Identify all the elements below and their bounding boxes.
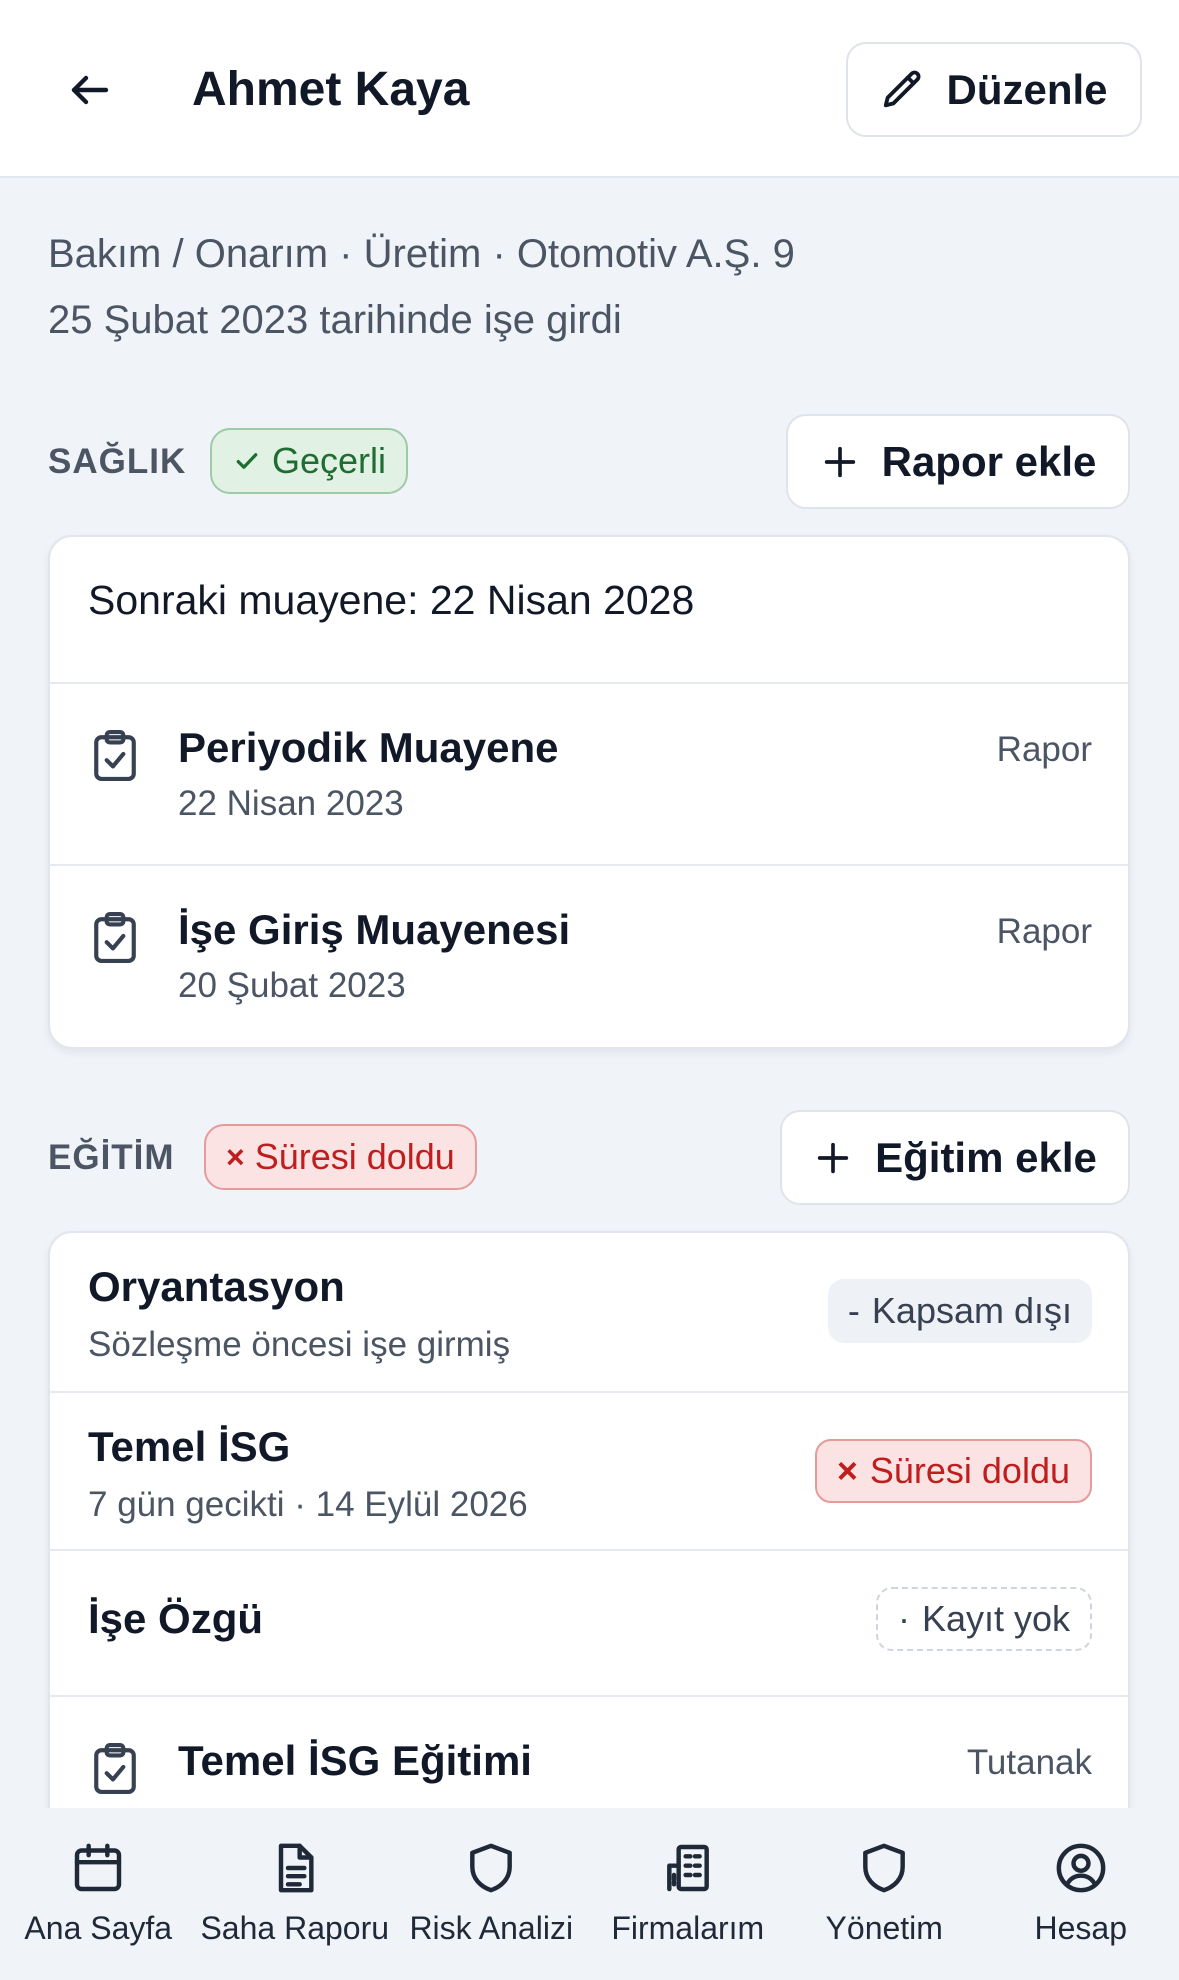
- health-record-date: 22 Nisan 2023: [178, 784, 404, 823]
- clipboard-check-icon: [94, 911, 136, 963]
- nav-field-report[interactable]: Saha Raporu: [197, 1808, 394, 1980]
- calendar-icon: [75, 1843, 122, 1892]
- health-card: Sonraki muayene: 22 Nisan 2028 Periyodik…: [48, 535, 1130, 1049]
- health-record-title: Periyodik Muayene: [178, 724, 559, 771]
- page-title: Ahmet Kaya: [192, 63, 470, 116]
- employee-meta-line1: Bakım / Onarım · Üretim · Otomotiv A.Ş. …: [48, 232, 795, 276]
- training-item-subtitle: 7 gün gecikti · 14 Eylül 2026: [88, 1485, 528, 1524]
- health-record-row[interactable]: İşe Giriş Muayenesi 20 Şubat 2023 Rapor: [50, 864, 1128, 1046]
- dash-icon: -: [847, 1290, 860, 1331]
- add-training-label: Eğitim ekle: [875, 1133, 1097, 1181]
- training-status-badge: × Süresi doldu: [204, 1124, 477, 1190]
- bottom-nav: Ana Sayfa Saha Raporu Risk Analizi Firma…: [0, 1808, 1179, 1980]
- nav-management[interactable]: Yönetim: [786, 1808, 983, 1980]
- report-link[interactable]: Rapor: [997, 730, 1092, 770]
- building-icon: [666, 1844, 709, 1892]
- training-item-title: Temel İSG: [88, 1423, 291, 1470]
- health-record-title: İşe Giriş Muayenesi: [178, 906, 571, 953]
- nav-label: Ana Sayfa: [24, 1910, 173, 1946]
- add-report-label: Rapor ekle: [881, 437, 1097, 485]
- health-status-badge: Geçerli: [210, 428, 409, 494]
- next-exam-row: Sonraki muayene: 22 Nisan 2028: [88, 577, 695, 623]
- edit-button-label: Düzenle: [946, 65, 1108, 113]
- training-item-title: İşe Özgü: [88, 1595, 264, 1642]
- health-record-date: 20 Şubat 2023: [178, 966, 406, 1005]
- minutes-link[interactable]: Tutanak: [967, 1743, 1092, 1783]
- nav-label: Risk Analizi: [409, 1910, 574, 1946]
- clipboard-check-icon: [94, 729, 136, 781]
- check-icon: [236, 453, 258, 469]
- pencil-icon: [884, 70, 921, 107]
- nav-label: Yönetim: [825, 1910, 943, 1946]
- nav-account[interactable]: Hesap: [983, 1808, 1179, 1980]
- plus-icon: [817, 1142, 849, 1173]
- health-status-text: Geçerli: [272, 440, 387, 481]
- add-report-button[interactable]: Rapor ekle: [786, 414, 1130, 509]
- shield-icon: [470, 1843, 513, 1893]
- nav-home[interactable]: Ana Sayfa: [0, 1808, 197, 1980]
- status-pill-text: Kapsam dışı: [871, 1290, 1072, 1331]
- training-item-title: Oryantasyon: [88, 1263, 345, 1310]
- training-record-title: Temel İSG Eğitimi: [178, 1737, 532, 1784]
- nav-label: Firmalarım: [611, 1910, 765, 1946]
- health-record-row[interactable]: Periyodik Muayene 22 Nisan 2023 Rapor: [50, 682, 1128, 864]
- employee-meta-line2: 25 Şubat 2023 tarihinde işe girdi: [48, 298, 622, 342]
- status-pill: × Süresi doldu: [814, 1439, 1092, 1503]
- arrow-left-icon: [71, 75, 109, 105]
- status-pill: · Kayıt yok: [875, 1587, 1092, 1651]
- add-training-button[interactable]: Eğitim ekle: [780, 1110, 1130, 1205]
- plus-icon: [824, 446, 855, 477]
- training-status-text: Süresi doldu: [254, 1136, 455, 1177]
- clipboard-check-icon: [94, 1742, 136, 1795]
- training-card: Oryantasyon Sözleşme öncesi işe girmiş -…: [48, 1231, 1130, 1851]
- status-pill-text: Kayıt yok: [921, 1598, 1070, 1639]
- user-circle-icon: [1056, 1843, 1106, 1893]
- dot-icon: ·: [897, 1598, 910, 1639]
- nav-label: Saha Raporu: [200, 1910, 390, 1946]
- training-item-row[interactable]: Oryantasyon Sözleşme öncesi işe girmiş -…: [50, 1233, 1128, 1391]
- document-icon: [278, 1843, 314, 1893]
- nav-companies[interactable]: Firmalarım: [590, 1808, 787, 1980]
- status-pill: - Kapsam dışı: [827, 1279, 1092, 1343]
- nav-label: Hesap: [1034, 1910, 1128, 1946]
- training-item-row[interactable]: Temel İSG 7 gün gecikti · 14 Eylül 2026 …: [50, 1391, 1128, 1549]
- report-link[interactable]: Rapor: [997, 912, 1092, 952]
- health-section-label: SAĞLIK: [48, 442, 187, 481]
- top-bar: Ahmet Kaya Düzenle: [0, 0, 1179, 178]
- x-icon: ×: [226, 1138, 245, 1175]
- shield-icon: [863, 1843, 906, 1893]
- training-item-row[interactable]: İşe Özgü · Kayıt yok: [50, 1549, 1128, 1695]
- training-item-subtitle: Sözleşme öncesi işe girmiş: [88, 1325, 511, 1364]
- x-icon: ×: [836, 1450, 858, 1491]
- nav-risk-analysis[interactable]: Risk Analizi: [393, 1808, 590, 1980]
- edit-button[interactable]: Düzenle: [846, 42, 1142, 137]
- back-button[interactable]: [60, 60, 120, 120]
- training-section-label: EĞİTİM: [48, 1138, 175, 1177]
- status-pill-text: Süresi doldu: [869, 1450, 1070, 1491]
